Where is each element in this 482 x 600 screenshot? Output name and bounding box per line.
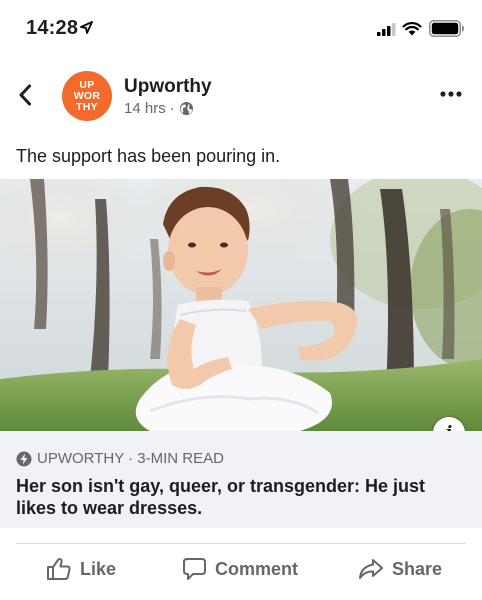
like-label: Like	[80, 558, 117, 579]
comment-bubble-icon	[183, 558, 206, 580]
link-preview-card[interactable]: UPWORTHY · 3-MIN READ Her son isn't gay,…	[0, 431, 482, 528]
comment-label: Comment	[215, 558, 299, 579]
avatar-logo-line-2: WOR	[73, 89, 101, 102]
instant-article-bolt-icon	[16, 451, 32, 466]
avatar-logo-line-1: UP	[79, 78, 95, 91]
post-header: UP WOR THY Upworthy 14 hrs ·	[0, 64, 482, 126]
post-photo[interactable]	[0, 179, 482, 431]
wifi-icon	[402, 22, 422, 36]
comment-button[interactable]: Comment	[182, 556, 298, 582]
page-name[interactable]: Upworthy	[124, 76, 212, 98]
post-caption: The support has been pouring in.	[16, 146, 281, 166]
link-source: UPWORTHY · 3-MIN READ	[16, 450, 224, 467]
post-timestamp[interactable]: 14 hrs	[124, 100, 166, 117]
location-arrow-icon	[80, 21, 93, 34]
thumbs-up-icon	[47, 557, 71, 580]
globe-icon	[179, 101, 193, 116]
share-arrow-icon	[359, 559, 383, 579]
status-bar: 14:28	[0, 0, 482, 58]
photo-illustration	[0, 179, 482, 431]
share-label: Share	[392, 558, 443, 579]
back-chevron-icon[interactable]	[18, 84, 32, 106]
like-button[interactable]: Like	[46, 556, 116, 582]
action-bar: Like Comment Share	[0, 548, 482, 592]
avatar-logo-line-3: THY	[76, 100, 98, 113]
status-time: 14:28	[26, 17, 79, 39]
cellular-signal-icon	[377, 23, 396, 36]
post-meta: 14 hrs ·	[124, 100, 194, 117]
meta-separator: ·	[169, 100, 175, 117]
avatar[interactable]: UP WOR THY	[62, 71, 112, 121]
link-source-label: UPWORTHY · 3-MIN READ	[37, 450, 224, 467]
action-divider	[16, 543, 466, 544]
share-button[interactable]: Share	[358, 556, 442, 582]
battery-icon	[429, 20, 464, 37]
more-options-icon[interactable]	[440, 91, 462, 97]
link-title[interactable]: Her son isn't gay, queer, or transgender…	[16, 475, 466, 519]
